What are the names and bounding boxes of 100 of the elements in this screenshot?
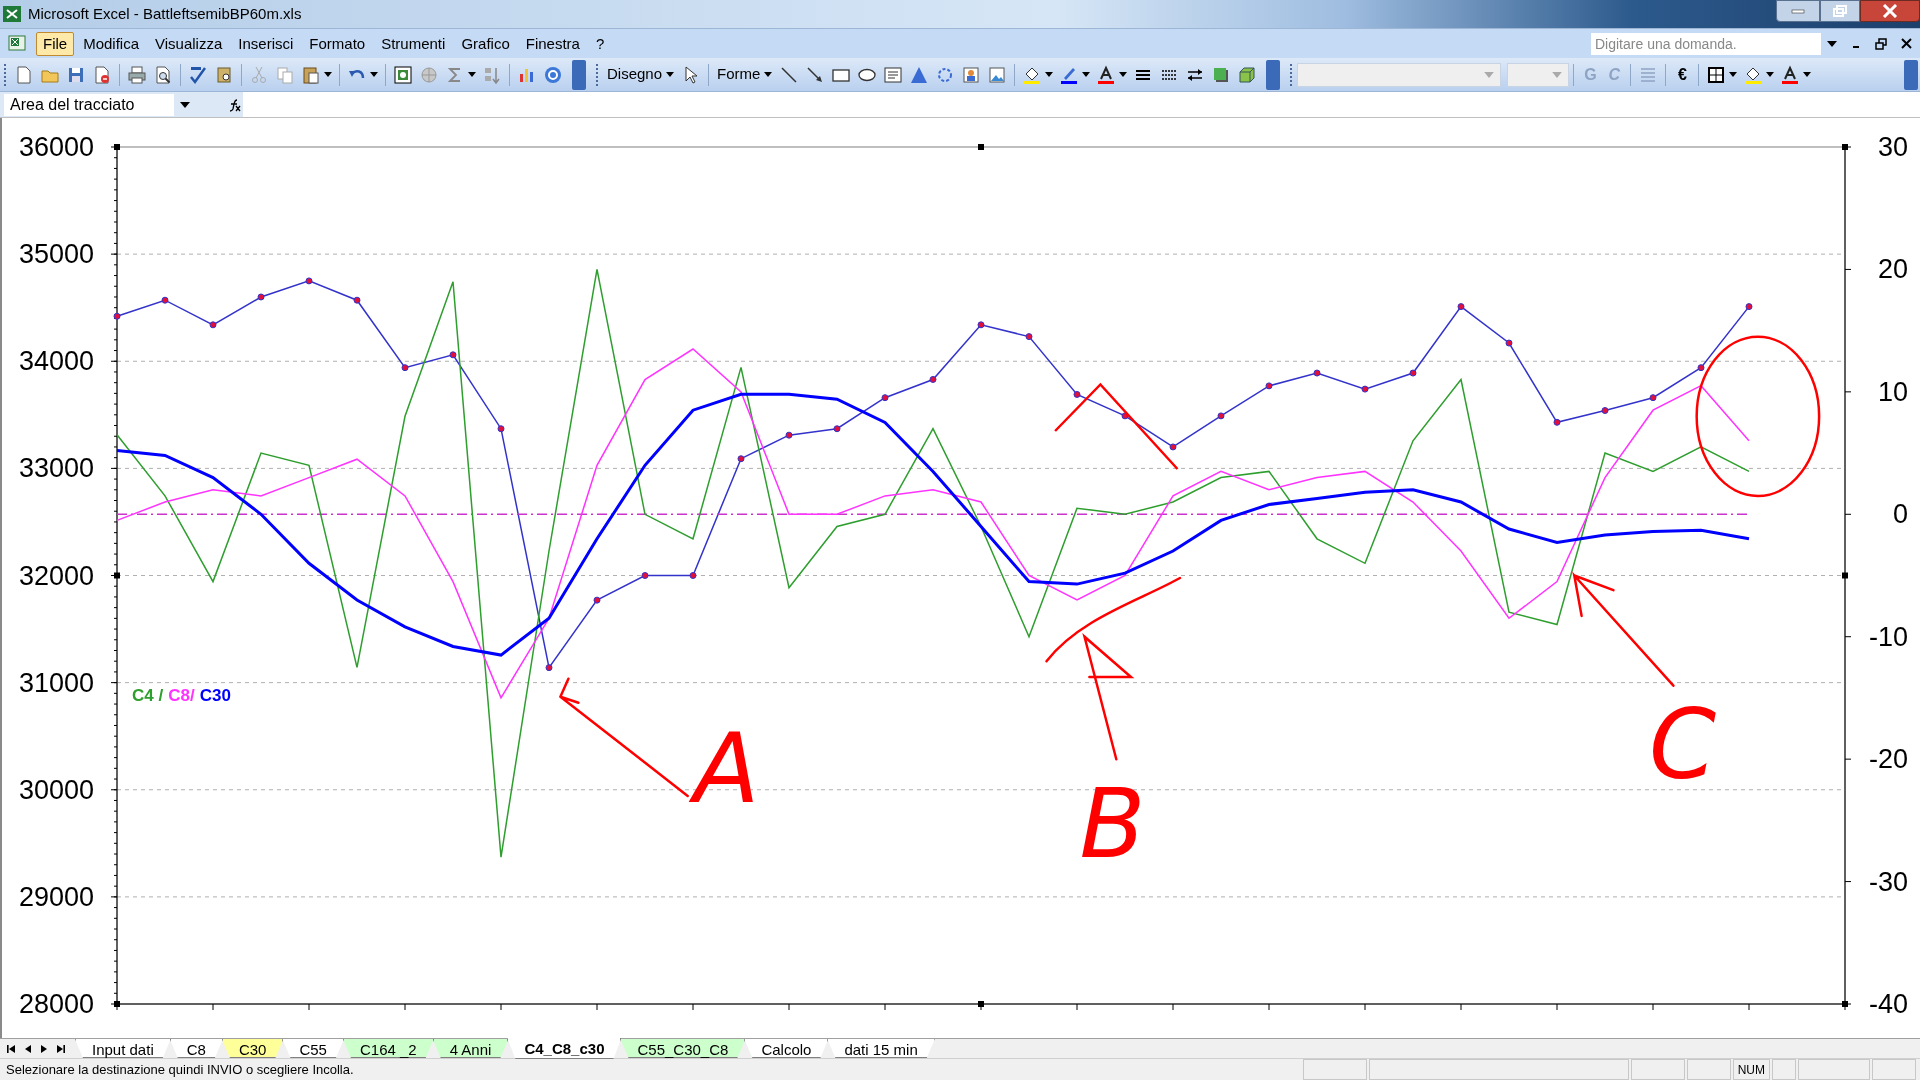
menu-button[interactable]: Disegno [603,61,679,88]
menu-item[interactable]: Modifica [76,31,147,56]
print-preview-icon [153,64,173,85]
page-restricted-icon [92,64,112,85]
point [497,425,505,433]
selection-handle[interactable] [978,144,984,150]
selection-handle[interactable] [1842,572,1848,579]
toolbar-options-handle[interactable] [1904,59,1918,90]
point [1457,303,1465,311]
toolbar-options-handle[interactable] [572,59,586,90]
sheet-tab[interactable]: dati 15 min [827,1039,935,1058]
scissors-icon [249,64,269,85]
menu-item[interactable]: ? [588,31,612,56]
point [1649,394,1657,402]
globe-icon [419,64,439,85]
status-message: Selezionare la destinazione quindi INVIO o scegliere Incolla. [6,1060,354,1079]
sheet-tab[interactable]: 4 Anni [432,1039,509,1058]
close-button[interactable] [1860,0,1920,22]
point [593,596,601,604]
next-sheet-icon[interactable] [40,1043,48,1054]
caret-icon [666,72,675,77]
axis-label: 32000 [18,560,94,591]
clipboard-icon [301,64,321,85]
selection-handle[interactable] [114,144,120,150]
caret-icon [1045,72,1054,77]
point [641,572,649,579]
last-sheet-icon[interactable] [56,1043,66,1054]
point [449,351,457,359]
point [1025,333,1033,341]
sheet-tab[interactable]: C55 [282,1039,344,1058]
point [1265,382,1273,390]
help-search-field[interactable]: Digitare una domanda. [1591,32,1821,55]
handwritten-letter: B [1079,768,1146,881]
caret-icon [1082,72,1091,77]
point [161,296,169,304]
minimize-button[interactable] [1776,0,1820,22]
point [977,321,985,329]
dropdown-caret-icon[interactable] [1827,40,1837,47]
function-icon[interactable] [228,97,242,112]
menu-item[interactable]: Formato [302,31,373,56]
sheet-tab[interactable]: Input dati [75,1039,171,1058]
first-sheet-icon[interactable] [6,1043,16,1054]
toolbar-options-handle[interactable] [1266,59,1281,90]
caret-icon [764,72,773,77]
point [1745,303,1753,311]
selection-handle[interactable] [978,1001,984,1007]
sheet-tab[interactable]: C4_C8_c30 [507,1038,622,1059]
point [353,296,361,304]
menu-item[interactable]: Grafico [454,31,517,56]
menu-item[interactable]: Strumenti [374,31,453,56]
point [1601,407,1609,415]
dropdown-caret-icon[interactable] [180,101,190,108]
copy-icon [275,64,295,85]
handwritten-letter: C [1649,688,1717,801]
menu-button[interactable]: Forme [713,61,777,88]
sheet-tab[interactable]: Calcolo [744,1039,829,1058]
point [401,364,409,372]
sheet-tab[interactable]: C30 [221,1039,284,1058]
sheet-tab[interactable]: C164 _2 [342,1039,434,1058]
3d-box-icon [1237,64,1258,85]
point [1313,369,1321,377]
caret-icon [1766,72,1775,77]
point [1505,339,1513,347]
caret-icon [1552,71,1563,78]
selection-handle[interactable] [114,572,120,579]
font-color-icon [1096,64,1117,85]
legend-label: C4 [132,686,154,705]
selection-handle[interactable] [1842,1001,1848,1007]
previous-sheet-icon[interactable] [24,1043,32,1054]
maximize-button[interactable] [1820,0,1860,22]
format-button[interactable]: € [1670,61,1695,88]
window-title: Microsoft Excel - BattleftsemibBP60m.xls [28,3,302,24]
legend-label: C8 [168,686,190,705]
axis-label: -20 [1868,744,1908,775]
name-box[interactable]: Area del tracciato [4,93,174,116]
menu-item[interactable]: Inserisci [231,31,301,56]
menu-item[interactable]: File [36,31,75,56]
close-icon[interactable] [1901,38,1912,49]
point [1217,412,1225,420]
sheet-tab[interactable]: C55_C30_C8 [620,1039,746,1058]
restore-icon [1833,5,1847,17]
menu-item[interactable]: Finestra [518,31,587,56]
axis-label: 10 [1877,376,1908,407]
excel-logo-icon [2,4,22,24]
point [1361,385,1369,393]
selection-handle[interactable] [114,1001,120,1007]
legend-separator: / [158,686,164,705]
selection-handle[interactable] [1842,144,1848,150]
point [1169,443,1177,451]
sheet-tab[interactable]: C8 [169,1039,223,1058]
borders-icon [1706,64,1727,85]
axis-label: -30 [1868,866,1908,897]
text-box-icon [883,64,904,85]
caret-icon [1119,72,1128,77]
point [881,394,889,402]
spelling-check-icon [188,64,208,85]
axis-label: 35000 [18,239,94,270]
restore-icon[interactable] [1875,37,1887,50]
axis-label: 36000 [18,132,94,162]
menu-item[interactable]: Visualizza [148,31,230,56]
